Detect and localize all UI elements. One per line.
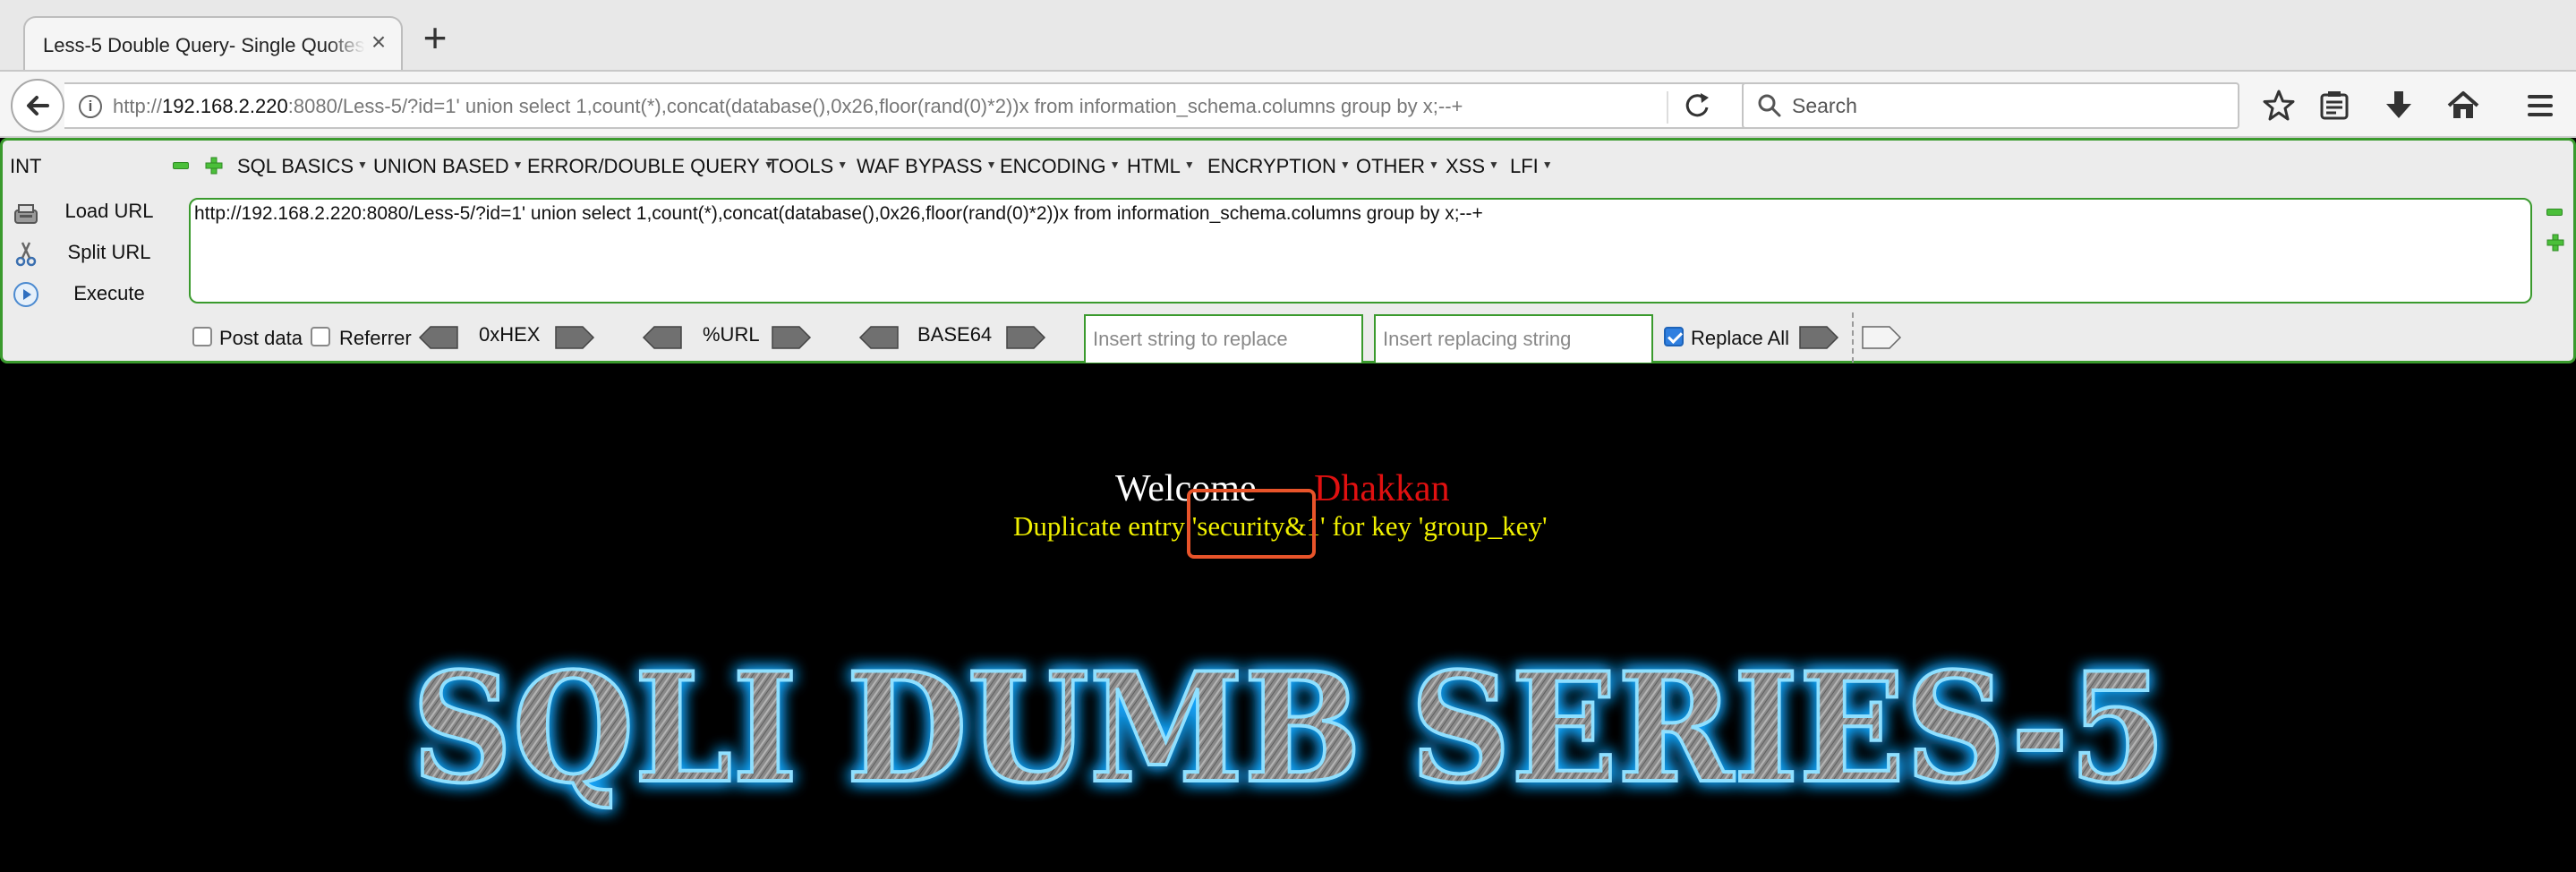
- divider: [1852, 312, 1854, 363]
- new-tab-icon[interactable]: +: [415, 17, 455, 59]
- hex-label: 0xHEX: [479, 323, 541, 346]
- chevron-down-icon: ▼: [357, 158, 368, 171]
- menu-sql-basics[interactable]: SQL BASICS ▼: [237, 155, 368, 178]
- menu-lfi[interactable]: LFI ▼: [1510, 155, 1553, 178]
- browser-tab[interactable]: Less-5 Double Query- Single Quotes ×: [23, 16, 403, 72]
- hackbar-plus-icon[interactable]: [205, 157, 223, 175]
- menu-union-based[interactable]: UNION BASED ▼: [373, 155, 523, 178]
- base64-label: BASE64: [917, 323, 993, 346]
- url-scheme: http://: [113, 95, 163, 117]
- post-data-label: Post data: [219, 327, 303, 349]
- bookmark-star-icon[interactable]: [2259, 86, 2299, 125]
- back-button[interactable]: [11, 79, 64, 133]
- menu-other[interactable]: OTHER ▼: [1356, 155, 1439, 178]
- url-host: 192.168.2.220: [162, 95, 288, 117]
- hex-decode-arrow-icon[interactable]: [418, 325, 459, 350]
- search-icon: [1758, 94, 1781, 117]
- base64-encode-arrow-icon[interactable]: [1005, 325, 1046, 350]
- chevron-down-icon: ▼: [985, 158, 997, 171]
- chevron-down-icon: ▼: [1541, 158, 1553, 171]
- hackbar-panel: INT SQL BASICS ▼ UNION BASED ▼ ERROR/DOUBL…: [0, 138, 2576, 364]
- shrink-textarea-icon[interactable]: [2546, 209, 2563, 216]
- load-url-button[interactable]: Load URL: [51, 200, 167, 223]
- download-icon[interactable]: [2379, 86, 2418, 125]
- split-url-button[interactable]: Split URL: [51, 241, 167, 264]
- execute-button[interactable]: Execute: [51, 282, 167, 305]
- url-encoding-label: %URL: [703, 323, 760, 346]
- menu-waf-bypass[interactable]: WAF BYPASS ▼: [857, 155, 996, 178]
- play-icon[interactable]: [12, 280, 40, 309]
- scissors-icon[interactable]: [12, 239, 40, 268]
- page-content: Welcome Dhakkan Duplicate entry 'securit…: [0, 363, 2576, 872]
- referrer-checkbox[interactable]: [311, 327, 330, 346]
- post-data-checkbox[interactable]: [192, 327, 212, 346]
- replace-all-checkbox[interactable]: [1664, 327, 1684, 346]
- chevron-down-icon: ▼: [1429, 158, 1439, 171]
- url-decode-arrow-icon[interactable]: [642, 325, 683, 350]
- reading-list-icon[interactable]: [2315, 86, 2354, 125]
- home-icon[interactable]: [2444, 86, 2483, 125]
- chevron-down-icon: ▼: [512, 158, 524, 171]
- url-encode-arrow-icon[interactable]: [771, 325, 812, 350]
- address-divider: [1667, 91, 1668, 124]
- navigation-bar: i http://192.168.2.220:8080/Less-5/?id=1…: [0, 70, 2576, 138]
- replace-output-arrow-icon[interactable]: [1861, 325, 1902, 350]
- chevron-down-icon: ▼: [837, 158, 849, 171]
- replace-all-label: Replace All: [1691, 327, 1790, 349]
- hackbar-minus-icon[interactable]: [173, 162, 189, 169]
- replace-execute-arrow-icon[interactable]: [1798, 325, 1839, 350]
- search-bar[interactable]: [1742, 82, 2239, 129]
- load-url-icon[interactable]: [12, 200, 40, 228]
- menu-xss[interactable]: XSS ▼: [1446, 155, 1499, 178]
- series-banner: SQLI DUMB SERIES-5: [410, 637, 2168, 818]
- referrer-label: Referrer: [339, 327, 412, 349]
- info-icon[interactable]: i: [79, 95, 102, 118]
- address-bar[interactable]: i http://192.168.2.220:8080/Less-5/?id=1…: [64, 82, 1747, 129]
- back-arrow-icon: [27, 96, 49, 115]
- hackbar-url-input[interactable]: http://192.168.2.220:8080/Less-5/?id=1' …: [189, 198, 2532, 303]
- username-text: Dhakkan: [1314, 468, 1450, 509]
- reload-icon[interactable]: [1679, 88, 1715, 124]
- hamburger-menu-icon[interactable]: [2521, 86, 2560, 125]
- menu-html[interactable]: HTML ▼: [1127, 155, 1195, 178]
- chevron-down-icon: ▼: [1488, 158, 1499, 171]
- search-input[interactable]: [1792, 84, 2222, 127]
- url-rest: :8080/Less-5/?id=1' union select 1,count…: [287, 95, 1463, 117]
- hex-encode-arrow-icon[interactable]: [554, 325, 595, 350]
- chevron-down-icon: ▼: [1339, 158, 1351, 171]
- tab-close-icon[interactable]: ×: [365, 29, 392, 56]
- menu-error-double-query[interactable]: ERROR/DOUBLE QUERY ▼: [527, 155, 774, 178]
- menu-tools[interactable]: TOOLS ▼: [767, 155, 848, 178]
- replace-from-input[interactable]: [1084, 314, 1363, 364]
- enlarge-textarea-icon[interactable]: [2546, 234, 2564, 252]
- hackbar-mode[interactable]: INT: [10, 155, 41, 178]
- address-text[interactable]: http://192.168.2.220:8080/Less-5/?id=1' …: [113, 95, 1670, 118]
- tab-title: Less-5 Double Query- Single Quotes: [43, 34, 365, 56]
- banner-title: SQLI DUMB SERIES-5: [412, 639, 2166, 816]
- menu-encoding[interactable]: ENCODING ▼: [1000, 155, 1120, 178]
- tab-bar: Less-5 Double Query- Single Quotes × +: [0, 0, 2576, 72]
- chevron-down-icon: ▼: [1183, 158, 1195, 171]
- replace-to-input[interactable]: [1374, 314, 1653, 364]
- chevron-down-icon: ▼: [1109, 158, 1121, 171]
- highlight-box: [1187, 489, 1316, 559]
- base64-decode-arrow-icon[interactable]: [858, 325, 900, 350]
- menu-encryption[interactable]: ENCRYPTION ▼: [1207, 155, 1351, 178]
